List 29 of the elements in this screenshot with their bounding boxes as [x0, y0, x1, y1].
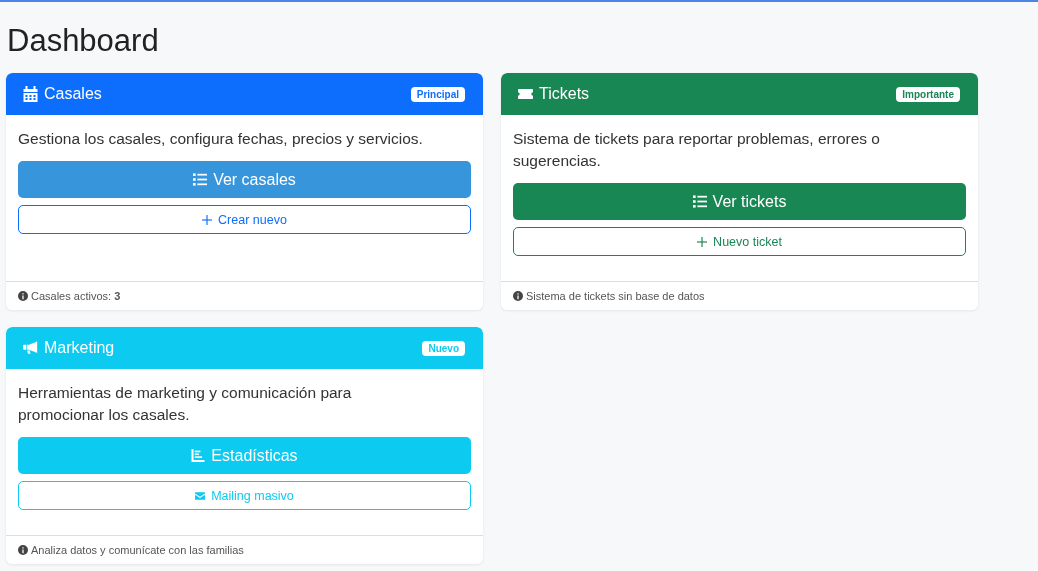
list-icon: [692, 195, 707, 208]
info-icon: [513, 291, 523, 301]
ticket-icon: [518, 86, 533, 102]
plus-icon: [202, 214, 213, 225]
action-button[interactable]: Nuevo ticket: [513, 227, 966, 256]
page-title: Dashboard: [7, 23, 160, 59]
card-description: Sistema de tickets para reportar problemas, errores o sugerencias.: [513, 129, 881, 171]
action-button[interactable]: Ver casales: [18, 161, 471, 198]
card-description: Herramientas de marketing y comunicación para promocionar los casales.: [18, 383, 353, 425]
info-icon: [18, 545, 28, 555]
action-button[interactable]: Crear nuevo: [18, 205, 471, 234]
badge: Principal: [410, 86, 465, 102]
card-title: Tickets: [539, 85, 591, 103]
footer-note: Sistema de tickets sin base de datos: [526, 290, 705, 302]
badge: Nuevo: [422, 340, 465, 356]
megaphone-icon: [23, 340, 38, 356]
chart-icon: [191, 449, 206, 462]
plus-icon: [697, 236, 708, 247]
action-button[interactable]: Ver tickets: [513, 183, 966, 220]
badge: Importante: [896, 86, 960, 102]
footer-note: Analiza datos y comunícate con las familias: [31, 544, 244, 556]
envelope-icon: [195, 490, 206, 501]
footer-note: Casales activos: 3: [31, 290, 121, 302]
list-icon: [193, 173, 208, 186]
card-title: Casales: [44, 85, 103, 103]
info-icon: [18, 291, 28, 301]
calendar-icon: [23, 86, 38, 102]
card-title: Marketing: [44, 339, 116, 357]
card-description: Gestiona los casales, configura fechas, precios y servicios.: [18, 129, 424, 149]
